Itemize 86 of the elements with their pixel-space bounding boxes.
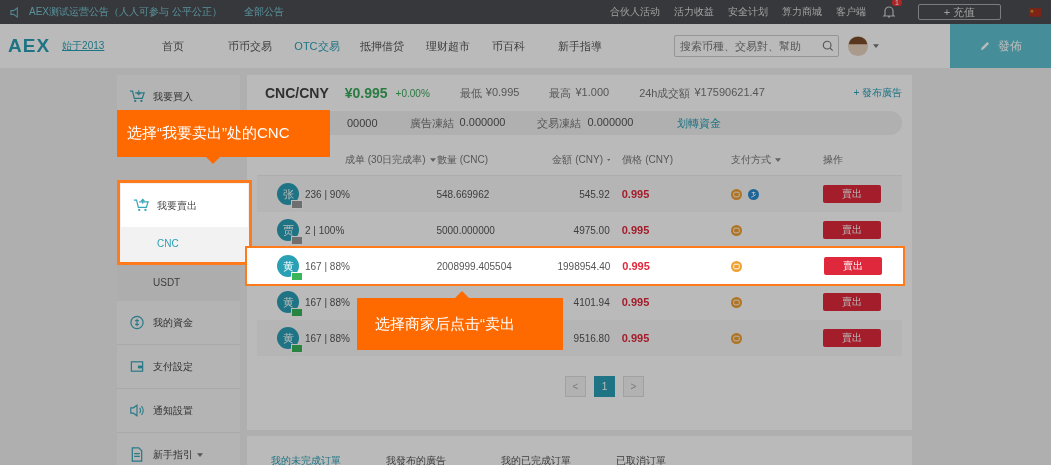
column-header[interactable]: 價格 (CNY) [614,153,732,167]
document-icon [129,447,145,462]
order-tab[interactable]: 我的已完成订單 [501,454,616,465]
table-cell: 9516.80 [573,332,610,344]
balance-value: 0.000000 [459,115,506,130]
nav-item[interactable]: 抵押借贷 [360,38,427,54]
column-header[interactable]: 操作 [823,153,902,167]
announcement-link[interactable]: AEX测试运营公告（人人可参与 公平公正） [29,5,222,19]
nav-item[interactable]: 理财超市 [426,38,493,54]
price-change: +0.00% [395,87,430,99]
sell-button[interactable]: 賣出 [822,185,881,203]
table-row[interactable]: 张 236 | 90% 548.669962 545.92 0.995 賣出 [257,176,902,212]
caret-icon[interactable] [873,44,880,48]
tutorial-tooltip: 选择“我要卖出”处的CNC [117,110,330,157]
stat-value: ¥1.000 [575,85,610,100]
table-cell: 548.669962 [436,188,490,200]
logo[interactable]: AEX [8,35,51,57]
balance-value: 0.000000 [587,115,634,130]
balance-value: 00000 [347,117,378,129]
table-cell: 4101.94 [573,296,610,308]
balance-label: 廣告凍結 [409,115,454,131]
sidebar-subitem[interactable]: CNC [121,227,248,261]
sell-button[interactable]: 賣出 [822,329,881,347]
column-header[interactable]: 支付方式 [731,153,823,167]
price: ¥0.995 [344,85,388,101]
search-field[interactable]: 搜索币種、交易對、幫助 [674,35,840,57]
table-row[interactable]: 黄 167 | 88% 2008999.405504 1998954.40 0.995 賣出 [247,248,903,284]
table-cell: 2 | 100% [305,224,345,236]
table-cell: 1998954.40 [557,260,611,272]
all-notices-link[interactable]: 全部公告 [243,5,284,19]
balance-label: 交易凍結 [537,115,582,131]
column-header[interactable]: 數量 (CNC) [436,153,553,167]
speaker-icon [10,6,21,18]
top-link[interactable]: 算力商城 [782,5,822,19]
stat-label: 24h成交額 [639,85,691,101]
table-cell: 167 | 88% [305,260,350,272]
stat-value: ¥0.995 [485,85,520,100]
top-link[interactable]: 客户端 [836,5,866,19]
stat-value: ¥17590621.47 [694,85,765,100]
nav-item[interactable]: 币币交易 [228,38,295,54]
publish-ad-link[interactable]: + 發布廣告 [853,86,902,100]
table-cell: 5000.000000 [436,224,495,236]
stat-label: 最低 [459,85,482,101]
sell-button[interactable]: 賣出 [823,257,882,275]
nav-item[interactable]: 币百科 [492,38,559,54]
cart-icon [129,89,145,104]
price-cell: 0.995 [621,296,650,308]
order-tab[interactable]: 我的未完成订單 [271,454,386,465]
page-button[interactable]: 1 [594,376,615,397]
top-link[interactable]: 合伙人活动 [610,5,660,19]
flag-icon[interactable] [1029,7,1041,17]
table-cell: 2008999.405504 [436,260,512,272]
tutorial-tooltip: 选择商家后点击“卖出 [357,298,563,350]
bell-icon[interactable] [882,5,896,19]
table-cell: 236 | 90% [305,188,350,200]
pair-title: CNC/CNY [265,85,329,101]
table-cell: 545.92 [579,188,610,200]
nav-item[interactable]: 首页 [162,38,229,54]
coin-icon [129,315,145,330]
user-avatar-icon[interactable] [847,35,870,57]
order-tab[interactable]: 我發布的廣告 [386,454,501,465]
sell-button[interactable]: 賣出 [822,221,881,239]
cart-icon [133,198,149,213]
stat-label: 最高 [549,85,572,101]
price-cell: 0.995 [621,188,650,200]
order-tab[interactable]: 已取消订單 [616,454,731,465]
price-cell: 0.995 [622,260,650,272]
table-cell: 167 | 88% [305,296,350,308]
top-link[interactable]: 安全计划 [728,5,768,19]
wallet-icon [129,359,145,374]
nav-item[interactable]: OTC交易 [294,38,361,54]
nav-item[interactable]: 新手指導 [558,38,625,54]
table-cell: 167 | 88% [305,332,350,344]
table-cell: 4975.00 [573,224,610,236]
transfer-link[interactable]: 划轉資金 [677,115,722,131]
slogan: 始于2013 [62,39,105,53]
deposit-button[interactable]: + 充值 [918,4,1001,20]
pen-icon [979,40,990,52]
top-link[interactable]: 活力收益 [674,5,714,19]
speaker-icon [129,403,145,418]
search-icon[interactable] [822,40,835,52]
column-header[interactable]: 金額 (CNY) [552,153,615,167]
price-cell: 0.995 [621,224,650,236]
sidebar-item[interactable]: 我要賣出 [121,184,248,227]
price-cell: 0.995 [621,332,650,344]
sell-button[interactable]: 賣出 [822,293,881,311]
